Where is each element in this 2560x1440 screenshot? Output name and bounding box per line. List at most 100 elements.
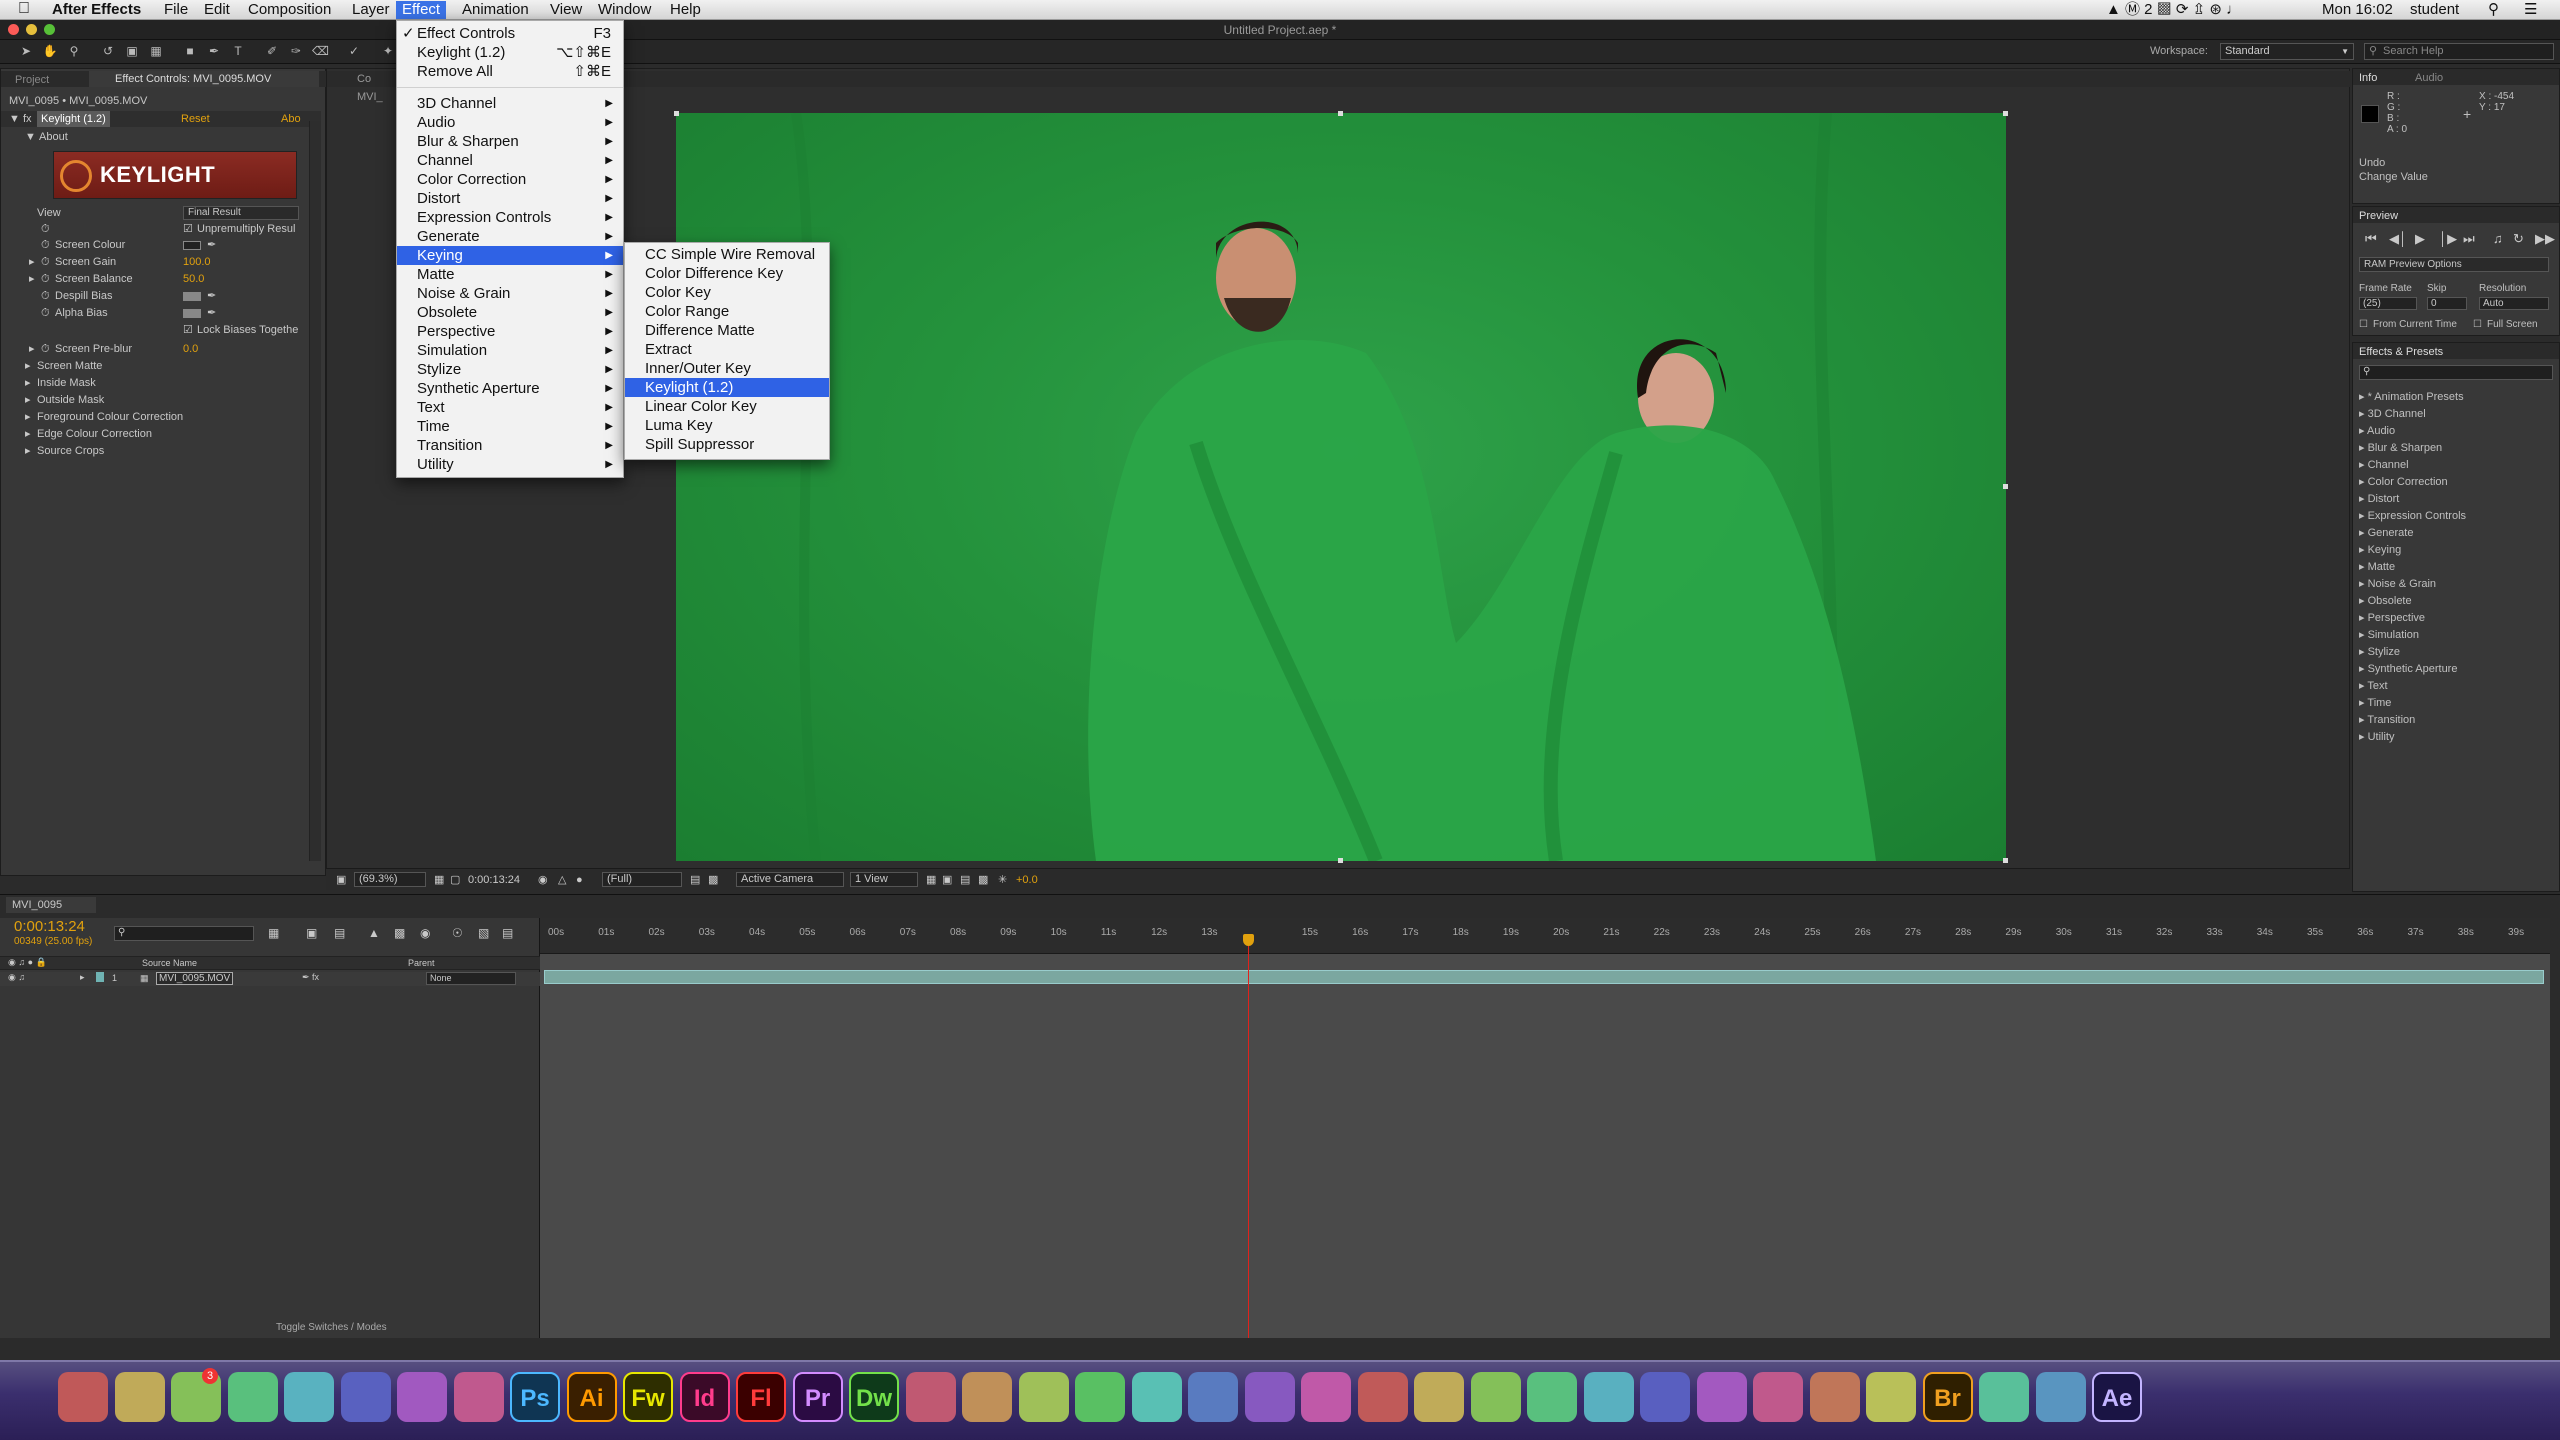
despill-bias-swatch[interactable] bbox=[183, 292, 201, 301]
reset-link[interactable]: Reset bbox=[181, 111, 210, 127]
submenu-item-spill-suppressor[interactable]: Spill Suppressor bbox=[625, 435, 829, 454]
preset-item[interactable]: ▸ Utility bbox=[2359, 729, 2394, 745]
submenu-item-keylight[interactable]: Keylight (1.2) bbox=[625, 378, 829, 397]
view-select[interactable]: Final Result bbox=[183, 206, 299, 220]
rotate-tool-icon[interactable]: ↺ bbox=[100, 43, 116, 59]
dock-icon-xcode[interactable] bbox=[962, 1372, 1012, 1422]
prev-frame-icon[interactable]: ◀│ bbox=[2389, 231, 2407, 247]
stopwatch-icon[interactable]: ⏱ bbox=[41, 254, 50, 270]
preset-item[interactable]: ▸ Perspective bbox=[2359, 610, 2425, 626]
dock-icon-launchpad[interactable] bbox=[114, 1372, 165, 1422]
dock-icon-unreal[interactable] bbox=[1075, 1372, 1125, 1422]
menu-item-obsolete[interactable]: Obsolete ▶ bbox=[397, 303, 623, 322]
menu-item-effect-controls[interactable]: ✓ Effect Controls F3 bbox=[397, 24, 623, 43]
preset-item[interactable]: ▸ Color Correction bbox=[2359, 474, 2448, 490]
menu-item-keylight[interactable]: Keylight (1.2) ⌥⇧⌘E bbox=[397, 43, 623, 62]
menu-item-stylize[interactable]: Stylize ▶ bbox=[397, 360, 623, 379]
preset-item[interactable]: ▸ Distort bbox=[2359, 491, 2399, 507]
puppet-tool-icon[interactable]: ✦ bbox=[380, 43, 396, 59]
eyedropper-icon[interactable]: ✒ bbox=[207, 237, 216, 253]
stopwatch-icon[interactable]: ⏱ bbox=[41, 271, 50, 287]
submenu-item-difference-matte[interactable]: Difference Matte bbox=[625, 321, 829, 340]
menu-item-simulation[interactable]: Simulation ▶ bbox=[397, 341, 623, 360]
dock-icon-ps[interactable]: Ps bbox=[510, 1372, 560, 1422]
eraser-tool-icon[interactable]: ⌫ bbox=[312, 43, 329, 59]
tab-audio[interactable]: Audio bbox=[2415, 72, 2443, 84]
snapshot-icon[interactable]: ◉ bbox=[538, 869, 548, 891]
dock-icon-vlc[interactable] bbox=[1244, 1372, 1295, 1422]
menu-composition[interactable]: Composition bbox=[248, 1, 331, 19]
eyedropper-icon[interactable]: ✒ bbox=[207, 305, 216, 321]
preset-item[interactable]: ▸ Time bbox=[2359, 695, 2391, 711]
dock-icon-monitor[interactable] bbox=[1753, 1372, 1803, 1422]
stopwatch-icon[interactable]: ⏱ bbox=[41, 305, 50, 321]
presets-search-input[interactable]: ⚲ bbox=[2359, 365, 2553, 380]
hand-tool-icon[interactable]: ✋ bbox=[42, 43, 58, 59]
current-time[interactable]: 0:00:13:24 bbox=[468, 869, 520, 891]
layer-handle[interactable] bbox=[2003, 484, 2008, 489]
mask-visibility-icon[interactable]: ▢ bbox=[450, 869, 460, 891]
menu-item-remove-all[interactable]: Remove All ⇧⌘E bbox=[397, 62, 623, 81]
loop-icon[interactable]: ↻ bbox=[2513, 231, 2524, 247]
preset-item[interactable]: ▸ Simulation bbox=[2359, 627, 2419, 643]
dock-icon-numbers[interactable] bbox=[1414, 1372, 1464, 1422]
preset-item[interactable]: ▸ Transition bbox=[2359, 712, 2415, 728]
submenu-item-color-key[interactable]: Color Key bbox=[625, 283, 829, 302]
first-frame-icon[interactable]: ⏮ bbox=[2365, 231, 2377, 247]
submenu-item-inner-outer-key[interactable]: Inner/Outer Key bbox=[625, 359, 829, 378]
live-update-icon[interactable]: ▣ bbox=[306, 926, 317, 940]
menu-item-blur-sharpen[interactable]: Blur & Sharpen ▶ bbox=[397, 132, 623, 151]
about-link[interactable]: Abo bbox=[281, 111, 301, 127]
playhead-line[interactable] bbox=[1247, 944, 1249, 1338]
exposure-icon[interactable]: ✳ bbox=[998, 869, 1007, 891]
menu-item-channel[interactable]: Channel ▶ bbox=[397, 151, 623, 170]
screen-gain-value[interactable]: 100.0 bbox=[183, 254, 211, 270]
menu-item-utility[interactable]: Utility ▶ bbox=[397, 455, 623, 474]
menu-help[interactable]: Help bbox=[670, 1, 701, 19]
source-name-header[interactable]: Source Name bbox=[142, 958, 197, 968]
user-name[interactable]: student bbox=[2410, 1, 2459, 19]
dock-icon-chess[interactable] bbox=[1809, 1372, 1860, 1422]
menu-window[interactable]: Window bbox=[598, 1, 651, 19]
timeline-search-input[interactable]: ⚲ bbox=[114, 926, 254, 941]
dock-icon-id[interactable]: Id bbox=[679, 1372, 730, 1422]
pan-behind-tool-icon[interactable]: ▦ bbox=[148, 43, 164, 59]
menu-item-distort[interactable]: Distort ▶ bbox=[397, 189, 623, 208]
menu-item-text[interactable]: Text ▶ bbox=[397, 398, 623, 417]
timeline-timecode[interactable]: 0:00:13:24 bbox=[14, 918, 85, 935]
tab-info[interactable]: Info bbox=[2359, 72, 2377, 84]
toggle-pixel-icon[interactable]: ▦ bbox=[926, 869, 936, 891]
last-frame-icon[interactable]: ⏭ bbox=[2463, 231, 2475, 247]
group-edge-colour[interactable]: Edge Colour Correction bbox=[37, 426, 152, 442]
submenu-item-cc-simple-wire-removal[interactable]: CC Simple Wire Removal bbox=[625, 245, 829, 264]
app-menu[interactable]: After Effects bbox=[52, 1, 141, 19]
flowchart-icon[interactable]: ▩ bbox=[978, 869, 988, 891]
pen-tool-icon[interactable]: ✒ bbox=[206, 43, 222, 59]
group-inside-mask[interactable]: Inside Mask bbox=[37, 375, 96, 391]
menu-animation[interactable]: Animation bbox=[462, 1, 529, 19]
preset-item[interactable]: ▸ Channel bbox=[2359, 457, 2409, 473]
menu-edit[interactable]: Edit bbox=[204, 1, 230, 19]
ram-preview-icon[interactable]: ▶▶ bbox=[2535, 231, 2555, 247]
menu-effect[interactable]: Effect bbox=[396, 1, 447, 19]
dock-icon-pages[interactable] bbox=[1470, 1372, 1521, 1422]
preset-item[interactable]: ▸ Keying bbox=[2359, 542, 2401, 558]
layer-handle[interactable] bbox=[1338, 858, 1343, 863]
brainstorm-icon[interactable]: ☉ bbox=[452, 926, 463, 940]
dock-icon-ibooks[interactable] bbox=[453, 1372, 504, 1422]
dock-icon-finder[interactable] bbox=[58, 1372, 108, 1422]
layer-row[interactable]: ◉ ♫ ▸ 1 ▦ MVI_0095.MOV ✒ fx None bbox=[0, 972, 540, 986]
visibility-icon[interactable]: ◉ ♫ bbox=[8, 972, 25, 983]
preset-item[interactable]: ▸ Matte bbox=[2359, 559, 2395, 575]
camera-select[interactable]: Active Camera bbox=[736, 872, 844, 887]
group-source-crops[interactable]: Source Crops bbox=[37, 443, 104, 459]
apple-icon[interactable]:  bbox=[18, 0, 30, 18]
skip-select[interactable]: 0 bbox=[2427, 297, 2467, 310]
dock-icon-itunes[interactable] bbox=[397, 1372, 447, 1422]
preset-item[interactable]: ▸ Noise & Grain bbox=[2359, 576, 2436, 592]
menu-layer[interactable]: Layer bbox=[352, 1, 390, 19]
dock-icon-br[interactable]: Br bbox=[1922, 1372, 1973, 1422]
preset-item[interactable]: ▸ Blur & Sharpen bbox=[2359, 440, 2442, 456]
stopwatch-icon[interactable]: ⏱ bbox=[41, 288, 50, 304]
dock-icon-garageband[interactable] bbox=[1301, 1372, 1351, 1422]
